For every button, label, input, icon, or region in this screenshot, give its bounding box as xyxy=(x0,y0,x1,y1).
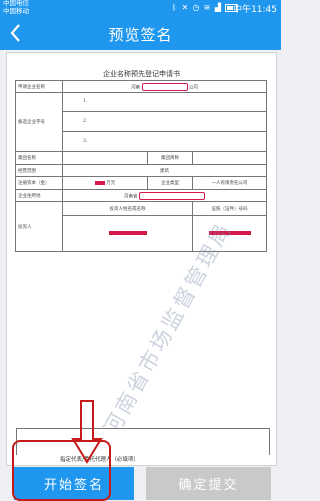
investor-label: 投资人 xyxy=(15,201,63,252)
location-prefix: 河南省 xyxy=(124,194,138,199)
alt-names-label: 备选企业字号 xyxy=(15,92,63,152)
redaction-mark xyxy=(138,191,205,200)
status-icons: ᛒ ✕ ◷ ≋ ▟ xyxy=(170,3,237,12)
location-label: 企业住所地 xyxy=(15,189,63,202)
table-row: 集团名称 集团简称 xyxy=(15,151,267,165)
redaction-mark xyxy=(141,82,188,91)
redaction-mark xyxy=(94,180,105,185)
capital-unit: 万元 xyxy=(106,181,116,186)
document-title: 企业名称预先登记申请书 xyxy=(103,70,180,78)
group-short-label: 集团简称 xyxy=(147,151,193,165)
alt-names-cell: 1. 2. 3. xyxy=(62,92,267,152)
investor-name-header: 投资人姓名或名称 xyxy=(62,201,193,216)
status-time: 中午11:45 xyxy=(233,5,277,15)
table-row: 经营范围 建筑 xyxy=(15,164,267,177)
start-sign-button[interactable]: 开始签名 xyxy=(14,467,134,500)
alarm-icon: ◷ xyxy=(192,3,200,12)
table-row: 备选企业字号 1. 2. 3. xyxy=(15,92,267,152)
group-name-label: 集团名称 xyxy=(15,151,63,165)
alt-name-1: 1. xyxy=(63,93,266,112)
alt-name-3: 3. xyxy=(83,139,88,144)
table-row: 申请企业名称 河南 公司 xyxy=(15,80,267,93)
status-bar: 中国电信 中国移动 ᛒ ✕ ◷ ≋ ▟ 中午11:45 xyxy=(0,0,281,16)
carrier-info: 中国电信 中国移动 xyxy=(3,0,29,15)
bluetooth-icon: ᛒ xyxy=(171,3,177,12)
down-arrow-icon xyxy=(71,400,103,464)
company-name-cell: 河南 公司 xyxy=(62,80,267,93)
redaction-mark xyxy=(108,230,147,235)
capital-label: 注册资本（金） xyxy=(15,176,63,190)
wifi-icon: ≋ xyxy=(203,3,211,12)
mute-icon: ✕ xyxy=(181,3,189,12)
company-name-prefix: 河南 xyxy=(131,85,141,90)
signal-icon: ▟ xyxy=(214,3,222,12)
business-scope-label: 经营范围 xyxy=(15,164,63,177)
company-name-label: 申请企业名称 xyxy=(15,80,63,93)
company-name-suffix: 公司 xyxy=(188,85,198,90)
agent-row xyxy=(16,428,270,455)
carrier-label-2: 中国移动 xyxy=(3,6,29,15)
investor-name-cell xyxy=(62,215,193,252)
company-type-label: 企业类型 xyxy=(147,176,193,190)
capital-cell: 万元 xyxy=(62,176,148,190)
page-title: 预览签名 xyxy=(108,26,173,44)
nav-bar: 预览签名 xyxy=(0,16,281,50)
document-preview: 企业名称预先登记申请书 申请企业名称 河南 公司 备选企业字号 1. 2. 3.… xyxy=(6,52,277,466)
alt-name-2: 2. xyxy=(63,112,266,132)
confirm-submit-button[interactable]: 确定提交 xyxy=(146,467,271,500)
